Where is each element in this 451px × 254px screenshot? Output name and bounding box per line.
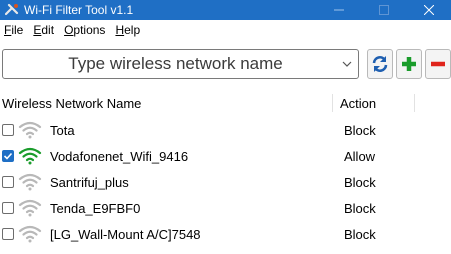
menu-options-mnemonic: O (64, 23, 74, 37)
row-checkbox[interactable] (2, 228, 14, 240)
network-action: Allow (344, 149, 376, 164)
table-row[interactable]: Vodafonenet_Wifi_9416 Allow (0, 144, 451, 170)
row-checkbox[interactable] (2, 176, 14, 188)
network-name: [LG_Wall-Mount A/C]7548 (50, 227, 201, 242)
network-name: Santrifuj_plus (50, 175, 129, 190)
row-checkbox[interactable] (2, 150, 14, 162)
network-action: Block (344, 227, 376, 242)
table-row[interactable]: [LG_Wall-Mount A/C]7548 Block (0, 222, 451, 248)
row-checkbox[interactable] (2, 124, 14, 136)
minimize-icon (333, 9, 344, 11)
wifi-icon (18, 199, 42, 217)
network-name: Tenda_E9FBF0 (50, 201, 141, 216)
network-name: Vodafonenet_Wifi_9416 (50, 149, 189, 164)
table-header: Wireless Network Name Action (0, 92, 451, 114)
menu-help-label: elp (124, 23, 141, 37)
column-divider[interactable] (414, 94, 415, 112)
network-name-placeholder: Type wireless network name (68, 54, 283, 73)
menu-bar: File Edit Options Help (0, 20, 451, 40)
table-row[interactable]: Santrifuj_plus Block (0, 170, 451, 196)
title-bar: Wi-Fi Filter Tool v1.1 (0, 0, 451, 20)
menu-edit-label: dit (41, 23, 55, 37)
maximize-icon (378, 5, 389, 15)
network-action: Block (344, 201, 376, 216)
row-checkbox[interactable] (2, 202, 14, 214)
refresh-icon (372, 56, 388, 72)
close-button[interactable] (406, 0, 451, 20)
maximize-button[interactable] (361, 0, 406, 20)
menu-help-mnemonic: H (115, 23, 125, 37)
window-controls (316, 0, 451, 20)
menu-edit[interactable]: Edit (28, 23, 59, 37)
menu-file[interactable]: File (0, 23, 28, 37)
menu-help[interactable]: Help (110, 23, 145, 37)
menu-options[interactable]: Options (59, 23, 110, 37)
menu-options-label: ptions (73, 23, 106, 37)
table-row[interactable]: Tenda_E9FBF0 Block (0, 196, 451, 222)
network-action: Block (344, 123, 376, 138)
add-network-button[interactable] (396, 49, 422, 79)
wifi-icon (18, 225, 42, 243)
app-icon (5, 3, 19, 17)
column-header-name[interactable]: Wireless Network Name (2, 96, 141, 111)
wifi-icon (18, 121, 42, 139)
table-row[interactable]: Tota Block (0, 118, 451, 144)
network-name: Tota (50, 123, 75, 138)
wifi-icon (18, 147, 42, 165)
wifi-icon (18, 173, 42, 191)
close-icon (423, 5, 434, 15)
plus-icon (402, 57, 416, 71)
column-header-action[interactable]: Action (340, 96, 376, 111)
minimize-button[interactable] (316, 0, 361, 20)
column-divider[interactable] (332, 94, 333, 112)
remove-network-button[interactable] (425, 49, 451, 79)
network-name-combobox[interactable]: Type wireless network name (2, 49, 359, 79)
minus-icon (431, 61, 445, 67)
chevron-down-icon[interactable] (336, 61, 358, 67)
window-title: Wi-Fi Filter Tool v1.1 (24, 3, 134, 17)
network-action: Block (344, 175, 376, 190)
toolbar: Type wireless network name (0, 46, 451, 80)
refresh-button[interactable] (367, 49, 393, 79)
menu-file-label: ile (11, 23, 24, 37)
